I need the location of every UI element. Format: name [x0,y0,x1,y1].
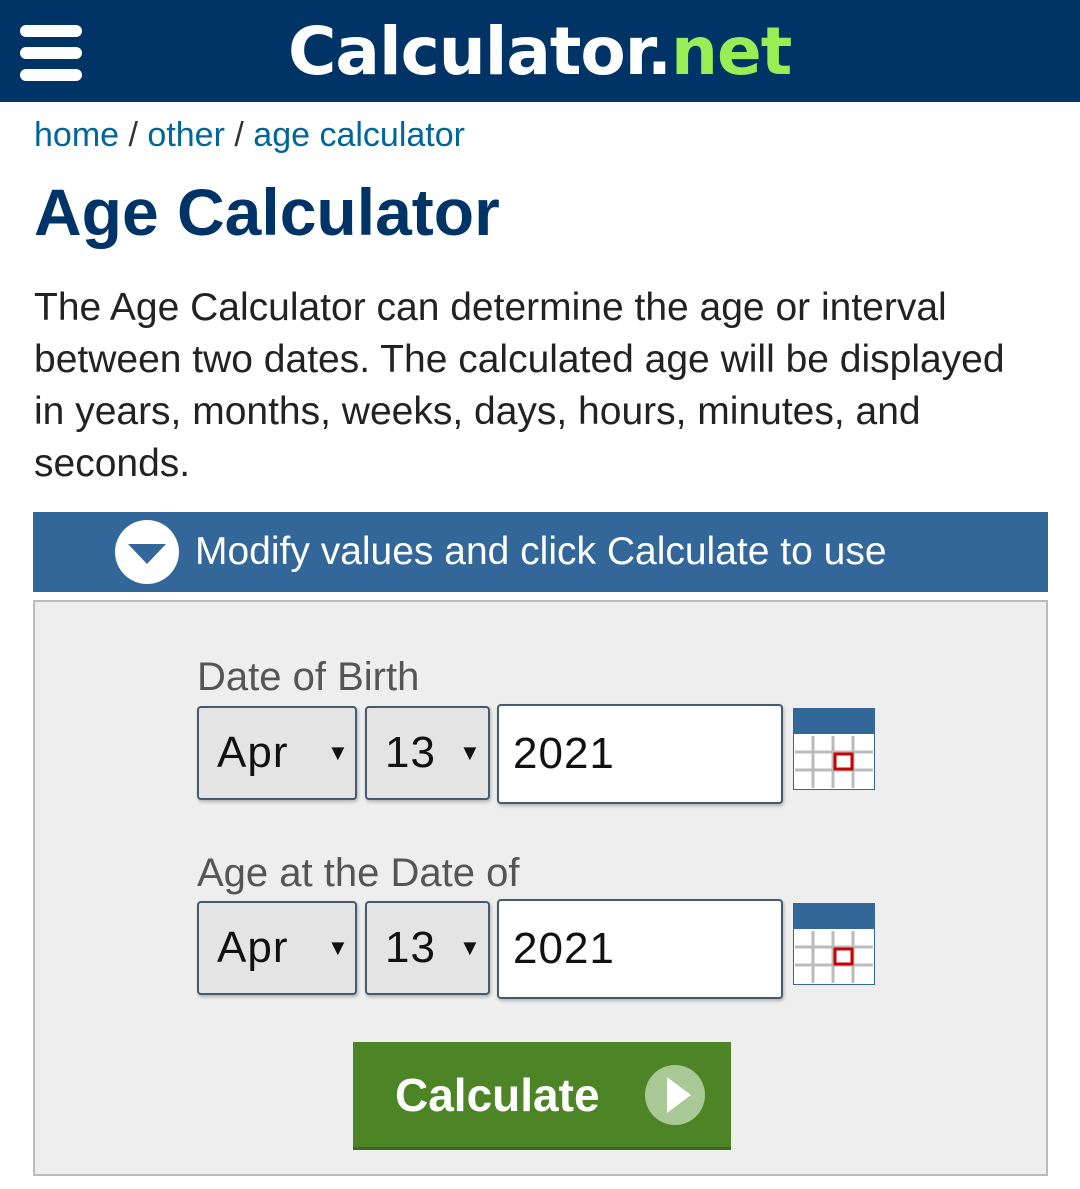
page-description: The Age Calculator can determine the age… [34,286,1005,485]
birth-day-value: 13 [385,728,436,777]
banner-text: Modify values and click Calculate to use [195,530,887,573]
calculate-button[interactable]: Calculate [353,1042,731,1150]
logo-text-net: net [670,13,792,90]
birth-year-input[interactable] [497,704,783,804]
chevron-down-icon: ▼ [327,935,349,960]
at-date-month-value: Apr [217,923,289,972]
calculate-button-label: Calculate [395,1069,600,1121]
at-date-day-select[interactable]: 13 ▼ [365,901,490,995]
chevron-down-icon: ▼ [327,740,349,765]
birth-month-value: Apr [217,728,289,777]
breadcrumb-home-link[interactable]: home [34,116,119,154]
calendar-icon[interactable] [793,708,875,790]
at-date-day-value: 13 [385,923,436,972]
breadcrumb-other-link[interactable]: other [147,116,225,154]
chevron-down-circle-icon [115,520,179,584]
logo-text-dot: . [646,13,672,90]
breadcrumb-separator: / [234,116,244,154]
chevron-down-icon: ▼ [459,935,481,960]
chevron-down-icon: ▼ [459,740,481,765]
top-bar: Calculator.net [0,0,1080,102]
date-of-birth-label: Date of Birth [197,655,420,699]
age-at-date-label: Age at the Date of [197,851,520,895]
at-date-month-select[interactable]: Apr ▼ [197,901,357,995]
calendar-icon[interactable] [793,903,875,985]
calculator-form-panel: Date of Birth Apr ▼ 13 ▼ Age at the Date… [33,600,1048,1176]
at-date-year-input[interactable] [497,899,783,999]
play-circle-icon [645,1065,705,1125]
breadcrumb-age-calculator-link[interactable]: age calculator [253,116,465,154]
birth-day-select[interactable]: 13 ▼ [365,706,490,800]
site-logo[interactable]: Calculator.net [288,13,792,90]
modify-values-banner[interactable]: Modify values and click Calculate to use [33,512,1048,592]
page-title: Age Calculator [34,175,500,249]
logo-text-main: Calculator [288,13,648,90]
breadcrumb-separator: / [128,116,138,154]
hamburger-menu-icon[interactable] [20,25,82,81]
breadcrumb: home / other / age calculator [34,112,465,158]
birth-month-select[interactable]: Apr ▼ [197,706,357,800]
